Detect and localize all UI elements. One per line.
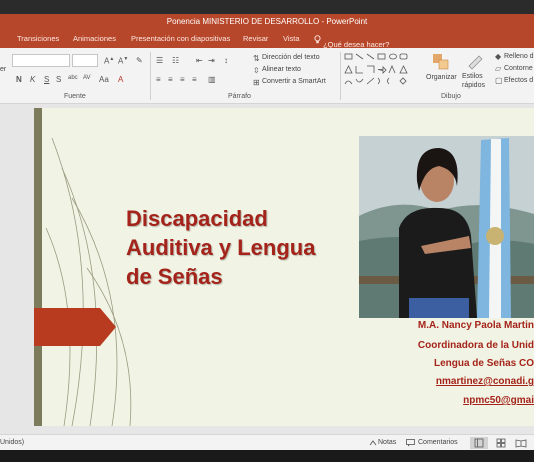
speaker-role: Coordinadora de la Unid (417, 340, 534, 351)
shape-fill-button[interactable]: Relleno d (504, 53, 534, 60)
red-arrow-shape (34, 308, 116, 346)
shadow-icon[interactable]: S (56, 75, 61, 84)
font-color-icon[interactable]: A (118, 75, 123, 84)
ribbon: er A▲ A▼ ✎ N K S S abc AV Aa A Fuente ☰ … (0, 48, 534, 104)
speaker-name: M.A. Nancy Paola Martin (417, 320, 534, 331)
tab-vista[interactable]: Vista (283, 34, 300, 43)
shape-fill-icon: ◆ (495, 52, 502, 61)
shape-outline-icon: ▱ (495, 64, 502, 73)
window-title: Ponencia MINISTERIO DE DESARROLLO - Powe… (0, 14, 534, 30)
shape-effects-button[interactable]: Efectos d (504, 77, 533, 84)
tab-revisar[interactable]: Revisar (243, 34, 268, 43)
grow-font-icon[interactable]: A▲ (104, 56, 114, 66)
align-text-icon: ⇳ (253, 66, 260, 75)
clear-format-icon[interactable]: ✎ (136, 56, 143, 65)
font-cut-letter: er (0, 66, 7, 73)
text-direction-icon: ⇅ (253, 54, 260, 63)
paragraph-group-label: Párrafo (228, 93, 251, 100)
comments-button[interactable]: Comentarios (418, 439, 458, 446)
line-spacing-icon[interactable]: ↕ (224, 56, 228, 65)
drawing-group-label: Dibujo (441, 93, 461, 100)
shrink-font-icon[interactable]: A▼ (118, 56, 128, 66)
slide-left-bar (34, 108, 42, 426)
quick-styles-icon (468, 55, 483, 70)
tab-presentacion[interactable]: Presentación con diapositivas (131, 34, 230, 43)
columns-icon[interactable]: ▥ (208, 75, 216, 84)
underline-icon[interactable]: S (44, 75, 49, 84)
bold-icon[interactable]: N (16, 75, 22, 84)
ribbon-separator (340, 52, 341, 100)
numbering-icon[interactable]: ☷ (172, 56, 179, 65)
strikethrough-icon[interactable]: abc (68, 75, 78, 81)
change-case-icon[interactable]: Aa (99, 75, 109, 84)
speaker-photo (359, 136, 534, 318)
tell-me-box[interactable]: ¿Qué desea hacer? (314, 34, 389, 49)
shape-outline-button[interactable]: Contorne (504, 65, 533, 72)
align-center-icon[interactable]: ≡ (168, 75, 173, 84)
slide-sorter-icon[interactable] (496, 438, 506, 448)
top-chrome (0, 0, 534, 14)
status-bar: Unidos) Notas Comentarios (0, 434, 534, 450)
tab-animaciones[interactable]: Animaciones (73, 34, 116, 43)
font-name-input[interactable] (12, 54, 70, 67)
char-spacing-icon[interactable]: AV (83, 75, 91, 81)
quick-styles-button[interactable]: Estilos rápidos (462, 72, 486, 90)
font-size-input[interactable] (72, 54, 98, 67)
smartart-icon: ⊞ (253, 78, 260, 87)
reading-view-icon[interactable] (515, 438, 527, 448)
bottom-chrome (0, 450, 534, 462)
email-link-gmail[interactable]: npmc50@gmai (463, 395, 534, 406)
notes-button[interactable]: Notas (378, 439, 396, 446)
normal-view-button[interactable] (470, 437, 488, 449)
decrease-indent-icon[interactable]: ⇤ (196, 56, 203, 65)
bullets-icon[interactable]: ☰ (156, 56, 163, 65)
email-link-conadi[interactable]: nmartinez@conadi.g (436, 376, 534, 387)
align-left-icon[interactable]: ≡ (156, 75, 161, 84)
slide-canvas[interactable]: Discapacidad Auditiva y Lengua de Señas … (34, 108, 534, 426)
speaker-unit: Lengua de Señas CO (433, 358, 534, 369)
arrange-icon (433, 54, 449, 70)
justify-icon[interactable]: ≡ (192, 75, 197, 84)
align-right-icon[interactable]: ≡ (180, 75, 185, 84)
font-group-label: Fuente (64, 93, 86, 100)
normal-view-icon (474, 438, 484, 448)
slide-title[interactable]: Discapacidad Auditiva y Lengua de Señas (126, 204, 366, 291)
ribbon-separator (150, 52, 151, 100)
italic-icon[interactable]: K (30, 75, 35, 84)
increase-indent-icon[interactable]: ⇥ (208, 56, 215, 65)
ribbon-tabs: Transiciones Animaciones Presentación co… (0, 30, 534, 49)
speaker-image (359, 136, 534, 318)
shapes-gallery[interactable] (343, 51, 421, 91)
notes-icon (369, 440, 377, 446)
language-indicator[interactable]: Unidos) (0, 439, 24, 446)
smartart-button[interactable]: Convertir a SmartArt (262, 78, 326, 85)
shape-effects-icon: ▢ (495, 76, 503, 85)
tab-transiciones[interactable]: Transiciones (17, 34, 59, 43)
lightbulb-icon (314, 35, 321, 44)
arrange-button[interactable]: Organizar (426, 74, 457, 81)
text-direction-button[interactable]: Dirección del texto (262, 54, 320, 61)
comments-icon (406, 439, 415, 447)
align-text-button[interactable]: Alinear texto (262, 66, 301, 73)
